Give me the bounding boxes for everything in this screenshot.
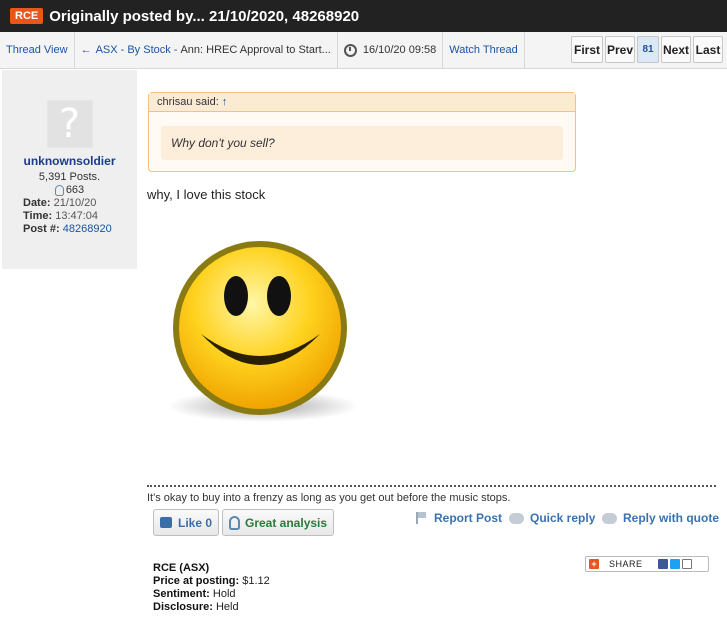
post-meta: Date: 21/10/20 Time: 13:47:04 Post #: 48… <box>2 197 137 236</box>
quote-block: chrisau said: ↑ Why don't you sell? <box>148 92 576 172</box>
plus-icon: + <box>589 559 599 569</box>
twitter-icon[interactable] <box>669 559 680 569</box>
breadcrumb-separator: - <box>173 44 178 56</box>
sentiment-label: Sentiment: <box>153 588 210 600</box>
pagination: First Prev 81 Next Last <box>571 36 723 63</box>
reply-with-quote-link[interactable]: Reply with quote <box>602 511 719 525</box>
post-time: 13:47:04 <box>55 210 99 222</box>
stock-ticker[interactable]: RCE (ASX) <box>153 562 209 574</box>
thread-date: 16/10/20 09:58 <box>362 44 437 56</box>
signature-text: It's okay to buy into a frenzy as long a… <box>147 492 511 504</box>
signature-divider <box>147 485 716 487</box>
avatar[interactable]: ? <box>46 100 93 148</box>
lightbulb-icon <box>229 515 240 530</box>
back-arrow-icon[interactable]: ← <box>81 44 92 56</box>
like-button[interactable]: Like 0 <box>153 509 220 536</box>
share-icons <box>657 559 692 569</box>
email-icon[interactable] <box>681 559 692 569</box>
post-body-text: why, I love this stock <box>147 187 266 202</box>
ticker-badge[interactable]: RCE <box>10 8 44 24</box>
author-likes: 663 <box>2 184 137 196</box>
disclosure-label: Disclosure: <box>153 601 213 613</box>
thread-title-link[interactable]: Ann: HREC Approval to Start... <box>180 44 330 56</box>
facebook-icon[interactable] <box>657 559 668 569</box>
thread-view-cell: Thread View <box>0 31 75 69</box>
great-analysis-button[interactable]: Great analysis <box>222 509 335 536</box>
author-panel: ? unknownsoldier 5,391 Posts. 663 Date: … <box>2 70 137 269</box>
quote-source-arrow-icon[interactable]: ↑ <box>222 96 228 108</box>
lightbulb-icon <box>54 184 64 196</box>
post-date: 21/10/20 <box>53 197 97 209</box>
watch-thread-link[interactable]: Watch Thread <box>449 44 517 56</box>
speech-bubble-icon <box>602 512 617 524</box>
price-label: Price at posting: <box>153 575 240 587</box>
quick-reply-label: Quick reply <box>530 511 596 525</box>
current-page-button[interactable]: 81 <box>637 36 659 63</box>
smiley-face-image <box>168 241 358 422</box>
thumbs-up-icon <box>160 517 172 528</box>
like-button-label: Like 0 <box>178 515 213 530</box>
quote-text: Why don't you sell? <box>161 126 563 160</box>
page-title: Originally posted by... 21/10/2020, 4826… <box>49 7 360 25</box>
last-page-button[interactable]: Last <box>693 36 723 63</box>
forum-link[interactable]: ASX - By Stock <box>96 44 171 56</box>
smiley-right-eye <box>267 276 291 316</box>
breadcrumb: ← ASX - By Stock - Ann: HREC Approval to… <box>75 31 338 69</box>
share-button[interactable]: + SHARE <box>585 556 709 572</box>
great-analysis-label: Great analysis <box>245 515 328 530</box>
quote-author: chrisau said: <box>157 96 219 108</box>
watch-thread-cell: Watch Thread <box>443 31 525 69</box>
flag-icon <box>416 512 426 524</box>
smiley-left-eye <box>224 276 248 316</box>
first-page-button[interactable]: First <box>571 36 603 63</box>
quick-reply-link[interactable]: Quick reply <box>509 511 595 525</box>
report-post-label: Report Post <box>434 511 503 525</box>
reply-with-quote-label: Reply with quote <box>623 511 719 525</box>
report-post-link[interactable]: Report Post <box>416 511 502 525</box>
title-bar: RCE Originally posted by... 21/10/2020, … <box>0 0 727 32</box>
author-username[interactable]: unknownsoldier <box>2 154 137 168</box>
post-number-link[interactable]: 48268920 <box>63 223 112 235</box>
next-page-button[interactable]: Next <box>661 36 691 63</box>
clock-icon <box>343 43 357 57</box>
stock-info: RCE (ASX) Price at posting: $1.12 Sentim… <box>153 562 270 614</box>
thread-view-link[interactable]: Thread View <box>6 44 68 56</box>
author-likes-count: 663 <box>65 184 85 196</box>
price-at-posting: $1.12 <box>242 575 270 587</box>
author-post-count: 5,391 Posts. <box>38 171 101 183</box>
thread-date-cell: 16/10/20 09:58 <box>338 31 444 69</box>
prev-page-button[interactable]: Prev <box>605 36 635 63</box>
smiley-face <box>179 247 341 409</box>
sentiment-value: Hold <box>212 588 236 600</box>
disclosure-value: Held <box>215 601 239 613</box>
share-label: SHARE <box>609 559 643 569</box>
quote-header: chrisau said: ↑ <box>149 93 575 112</box>
time-label: Time: <box>23 210 53 222</box>
post-number-label: Post #: <box>23 223 60 235</box>
date-label: Date: <box>23 197 51 209</box>
speech-bubble-icon <box>509 512 524 524</box>
